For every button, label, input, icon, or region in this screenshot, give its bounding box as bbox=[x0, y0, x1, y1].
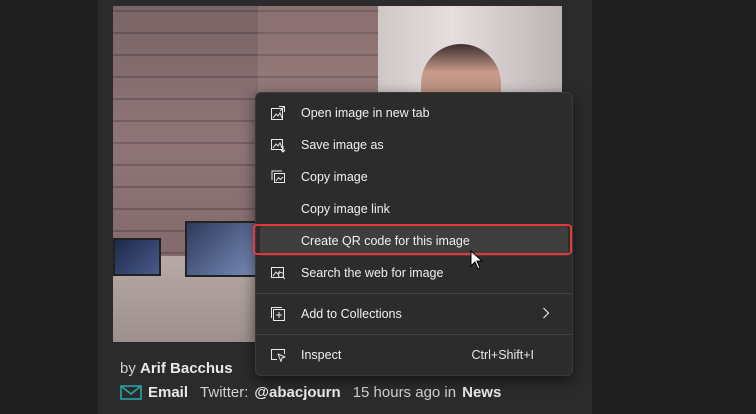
timestamp: 15 hours ago in bbox=[352, 384, 457, 401]
menu-item-save-image-as[interactable]: Save image as bbox=[260, 130, 568, 160]
search-image-icon bbox=[268, 263, 288, 283]
article-byline: by Arif Bacchus bbox=[120, 360, 233, 377]
twitter-prefix: Twitter: bbox=[200, 384, 249, 401]
copy-image-icon bbox=[268, 167, 288, 187]
menu-item-open-image-new-tab[interactable]: Open image in new tab bbox=[260, 98, 568, 128]
author-link[interactable]: Arif Bacchus bbox=[140, 360, 233, 377]
twitter-handle-link[interactable]: @abacjourn bbox=[254, 384, 340, 401]
mouse-cursor-icon bbox=[470, 249, 484, 274]
chevron-right-icon bbox=[542, 307, 550, 322]
article-meta: Email Twitter: @abacjourn 15 hours ago i… bbox=[120, 384, 501, 401]
highlight-annotation-box bbox=[253, 224, 572, 255]
inspect-shortcut: Ctrl+Shift+I bbox=[471, 348, 534, 362]
menu-item-copy-image-link[interactable]: Copy image link bbox=[260, 194, 568, 224]
menu-item-copy-image[interactable]: Copy image bbox=[260, 162, 568, 192]
menu-separator bbox=[256, 293, 572, 294]
menu-item-search-web-for-image[interactable]: Search the web for image bbox=[260, 258, 568, 288]
menu-item-add-to-collections[interactable]: Add to Collections bbox=[260, 299, 568, 329]
category-link[interactable]: News bbox=[462, 384, 501, 401]
menu-separator bbox=[256, 334, 572, 335]
inspect-icon bbox=[268, 345, 288, 365]
menu-item-inspect[interactable]: Inspect Ctrl+Shift+I bbox=[260, 340, 568, 370]
open-image-icon bbox=[268, 103, 288, 123]
email-link[interactable]: Email bbox=[148, 384, 188, 401]
byline-prefix: by bbox=[120, 360, 136, 377]
collections-icon bbox=[268, 304, 288, 324]
email-icon[interactable] bbox=[120, 385, 142, 400]
save-image-icon bbox=[268, 135, 288, 155]
